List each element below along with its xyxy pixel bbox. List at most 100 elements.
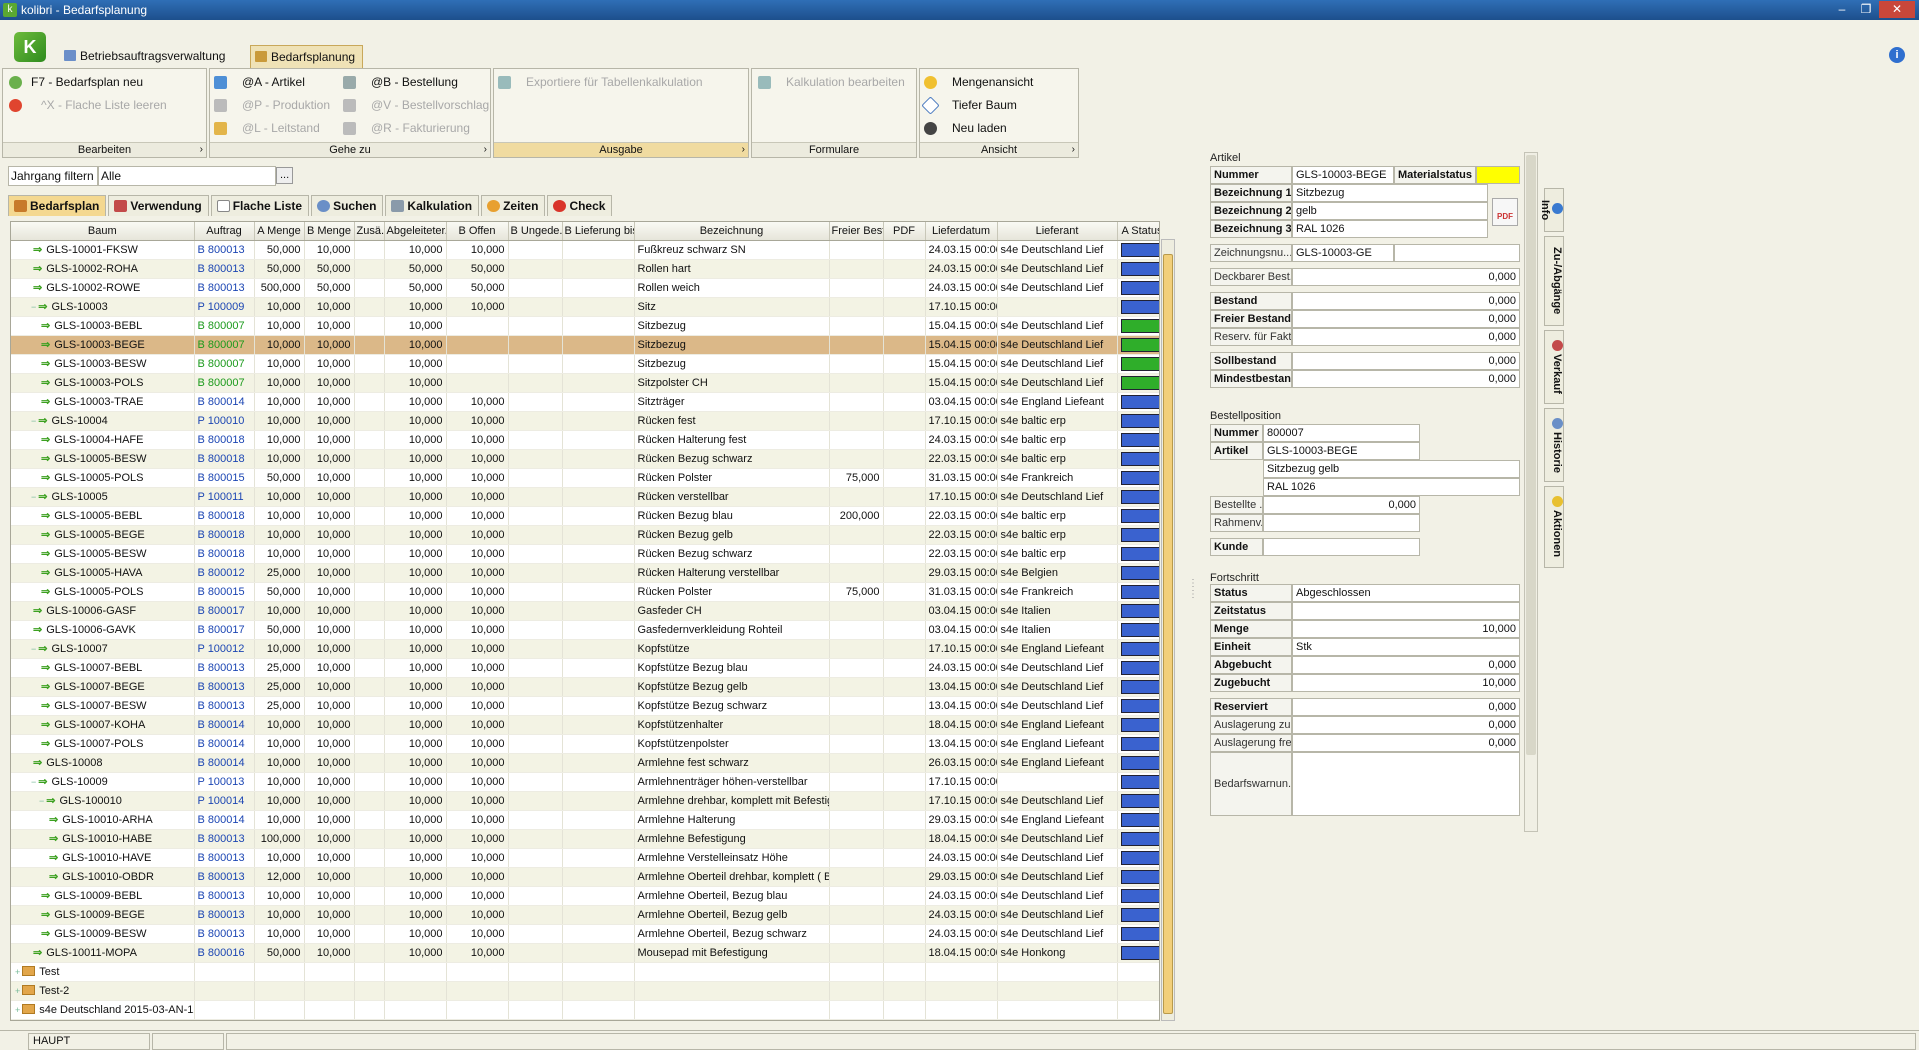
column-header[interactable]: Auftrag	[194, 222, 255, 241]
table-row[interactable]: ⇒ GLS-10009-BEGE B 800013 10,000 10,000 10,00…	[11, 905, 1159, 925]
minimize-icon[interactable]: –	[1831, 1, 1853, 18]
tab-flache-liste[interactable]: Flache Liste	[210, 195, 310, 216]
apptab-bedarfsplanung[interactable]: Bedarfsplanung	[250, 45, 364, 68]
tree-cell[interactable]: ⇒ GLS-10011-MOPA	[11, 943, 195, 963]
tree-cell[interactable]: ⇒ GLS-10008	[11, 753, 195, 773]
tree-cell[interactable]: − ⇒ GLS-10005	[11, 487, 195, 507]
table-row[interactable]: − ⇒ GLS-10005 P 100011 10,000 10,000 10,000 10,…	[11, 487, 1159, 507]
artikel-nummer-field[interactable]: GLS-10003-BEGE	[1292, 166, 1394, 184]
table-row[interactable]: ⇒ GLS-10005-BESW B 800018 10,000 10,000 10,00…	[11, 544, 1159, 564]
bezeichnung1-field[interactable]: Sitzbezug	[1292, 184, 1488, 202]
tree-cell[interactable]: − ⇒ GLS-10007	[11, 639, 195, 659]
expand-icon[interactable]: +	[15, 986, 20, 996]
sidetab-verkauf[interactable]: Verkauf	[1544, 330, 1564, 404]
tree-cell[interactable]: ⇒ GLS-10003-BEGE	[11, 335, 195, 355]
table-row[interactable]: − ⇒ GLS-10004 P 100010 10,000 10,000 10,000 10,…	[11, 411, 1159, 431]
column-header[interactable]: Baum	[11, 222, 195, 241]
tree-cell[interactable]: − ⇒ GLS-10003	[11, 297, 195, 317]
sidetab-zu-abgaenge[interactable]: Zu-/Abgänge	[1544, 236, 1564, 326]
bedarfswarnung-field[interactable]	[1292, 752, 1520, 816]
column-header[interactable]: A Status	[1117, 222, 1159, 241]
zeichnung-extra-field[interactable]	[1394, 244, 1520, 262]
tree-cell[interactable]: ⇒ GLS-10005-HAVA	[11, 563, 195, 583]
tree-cell[interactable]: ⇒ GLS-10001-FKSW	[11, 240, 195, 260]
sidetab-info[interactable]: Info	[1539, 188, 1564, 232]
tree-cell[interactable]: ⇒ GLS-10010-HABE	[11, 829, 195, 849]
bestell-nummer-field[interactable]: 800007	[1263, 424, 1420, 442]
tree-cell[interactable]: ⇒ GLS-10002-ROWE	[11, 278, 195, 298]
table-row[interactable]: ⇒ GLS-10010-HABE B 800013 100,000 10,000 10,0…	[11, 829, 1159, 849]
bestell-artikel-field[interactable]: GLS-10003-BEGE	[1263, 442, 1420, 460]
tree-cell[interactable]: ⇒ GLS-10009-BEBL	[11, 886, 195, 906]
tree-cell[interactable]: ⇒ GLS-10009-BEGE	[11, 905, 195, 925]
zeichnung-field[interactable]: GLS-10003-GE	[1292, 244, 1394, 262]
tree-toggle-icon[interactable]: −	[31, 416, 36, 426]
tree-cell[interactable]: ⇒ GLS-10010-OBDR	[11, 867, 195, 887]
table-row[interactable]: ⇒ GLS-10005-BESW B 800018 10,000 10,000 10,00…	[11, 449, 1159, 469]
tree-cell[interactable]: ⇒ GLS-10007-BEGE	[11, 677, 195, 697]
detail-scrollbar-thumb[interactable]	[1526, 155, 1536, 755]
close-icon[interactable]: ✕	[1879, 1, 1915, 18]
table-row[interactable]: ⇒ GLS-10005-BEBL B 800018 10,000 10,000 10,00…	[11, 506, 1159, 526]
tree-cell[interactable]: ⇒ GLS-10005-BEBL	[11, 506, 195, 526]
table-row[interactable]: ⇒ GLS-10003-TRAE B 800014 10,000 10,000 10,00…	[11, 392, 1159, 412]
tree-toggle-icon[interactable]: −	[31, 492, 36, 502]
tree-toggle-icon[interactable]: −	[31, 302, 36, 312]
folder-cell[interactable]: + s4e Deutschland 2015-03-AN-12.556	[11, 1000, 195, 1020]
kunde-field[interactable]	[1263, 538, 1420, 556]
table-row[interactable]: − ⇒ GLS-10009 P 100013 10,000 10,000 10,000 10,…	[11, 772, 1159, 792]
table-row[interactable]: − ⇒ GLS-100010 P 100014 10,000 10,000 10,000 10…	[11, 791, 1159, 811]
info-icon[interactable]: i	[1889, 47, 1905, 63]
column-header[interactable]: Freier Best...	[829, 222, 884, 241]
column-header[interactable]: B Ungede...	[508, 222, 563, 241]
tab-check[interactable]: Check	[547, 195, 613, 216]
tree-cell[interactable]: ⇒ GLS-10003-BESW	[11, 354, 195, 374]
column-header[interactable]: PDF	[883, 222, 926, 241]
sidetab-historie[interactable]: Historie	[1544, 408, 1564, 482]
folder-row[interactable]: + Test	[11, 962, 1159, 982]
tree-cell[interactable]: − ⇒ GLS-10009	[11, 772, 195, 792]
column-header[interactable]: Bezeichnung	[634, 222, 830, 241]
column-header[interactable]: Zusä...	[354, 222, 385, 241]
table-row[interactable]: ⇒ GLS-10007-BEGE B 800013 25,000 10,000 10,00…	[11, 677, 1159, 697]
column-header[interactable]: Abgeleiteter...	[384, 222, 447, 241]
tab-kalkulation[interactable]: Kalkulation	[385, 195, 480, 216]
maximize-icon[interactable]: ❐	[1855, 1, 1877, 18]
tree-cell[interactable]: ⇒ GLS-10007-BESW	[11, 696, 195, 716]
panel-splitter[interactable]: ⋮ ⋮	[1188, 578, 1198, 600]
expand-icon[interactable]: +	[15, 967, 20, 977]
tree-cell[interactable]: − ⇒ GLS-100010	[11, 791, 195, 811]
kolibri-logo-icon[interactable]: K	[14, 32, 46, 62]
tree-cell[interactable]: ⇒ GLS-10010-ARHA	[11, 810, 195, 830]
tree-toggle-icon[interactable]: −	[31, 644, 36, 654]
apptab-betriebsauftragsverwaltung[interactable]: Betriebsauftragsverwaltung	[60, 45, 232, 68]
table-row[interactable]: ⇒ GLS-10007-BESW B 800013 25,000 10,000 10,00…	[11, 696, 1159, 716]
column-header[interactable]: B Menge	[304, 222, 355, 241]
folder-row[interactable]: + s4e Deutschland 2015-03-AN-12.556	[11, 1000, 1159, 1020]
column-header[interactable]: B Offen	[446, 222, 509, 241]
table-row[interactable]: ⇒ GLS-10003-POLS B 800007 10,000 10,000 10,00…	[11, 373, 1159, 393]
folder-row[interactable]: + Test-2	[11, 981, 1159, 1001]
bezeichnung3-field[interactable]: RAL 1026	[1292, 220, 1488, 238]
tree-cell[interactable]: ⇒ GLS-10006-GAVK	[11, 620, 195, 640]
table-row[interactable]: ⇒ GLS-10001-FKSW B 800013 50,000 10,000 10,00…	[11, 240, 1159, 260]
grid-scrollbar[interactable]	[1161, 239, 1175, 1021]
table-row[interactable]: ⇒ GLS-10009-BESW B 800013 10,000 10,000 10,00…	[11, 924, 1159, 944]
table-row[interactable]: ⇒ GLS-10005-HAVA B 800012 25,000 10,000 10,00…	[11, 563, 1159, 583]
tree-cell[interactable]: ⇒ GLS-10005-BEGE	[11, 525, 195, 545]
column-header[interactable]: A Menge	[254, 222, 305, 241]
tree-cell[interactable]: ⇒ GLS-10007-POLS	[11, 734, 195, 754]
tab-verwendung[interactable]: Verwendung	[108, 195, 209, 216]
detail-scrollbar[interactable]	[1524, 152, 1538, 832]
table-row[interactable]: ⇒ GLS-10003-BESW B 800007 10,000 10,000 10,00…	[11, 354, 1159, 374]
tree-cell[interactable]: ⇒ GLS-10009-BESW	[11, 924, 195, 944]
tree-cell[interactable]: ⇒ GLS-10007-BEBL	[11, 658, 195, 678]
column-header[interactable]: Lieferdatum	[925, 222, 998, 241]
column-header[interactable]: Lieferant	[997, 222, 1118, 241]
grid-scrollbar-thumb[interactable]	[1163, 254, 1173, 1014]
tree-cell[interactable]: ⇒ GLS-10003-POLS	[11, 373, 195, 393]
table-row[interactable]: ⇒ GLS-10002-ROHA B 800013 50,000 50,000 50,00…	[11, 259, 1159, 279]
table-row[interactable]: ⇒ GLS-10011-MOPA B 800016 50,000 10,000 10,00…	[11, 943, 1159, 963]
tab-suchen[interactable]: Suchen	[311, 195, 384, 216]
tree-cell[interactable]: ⇒ GLS-10003-BEBL	[11, 316, 195, 336]
